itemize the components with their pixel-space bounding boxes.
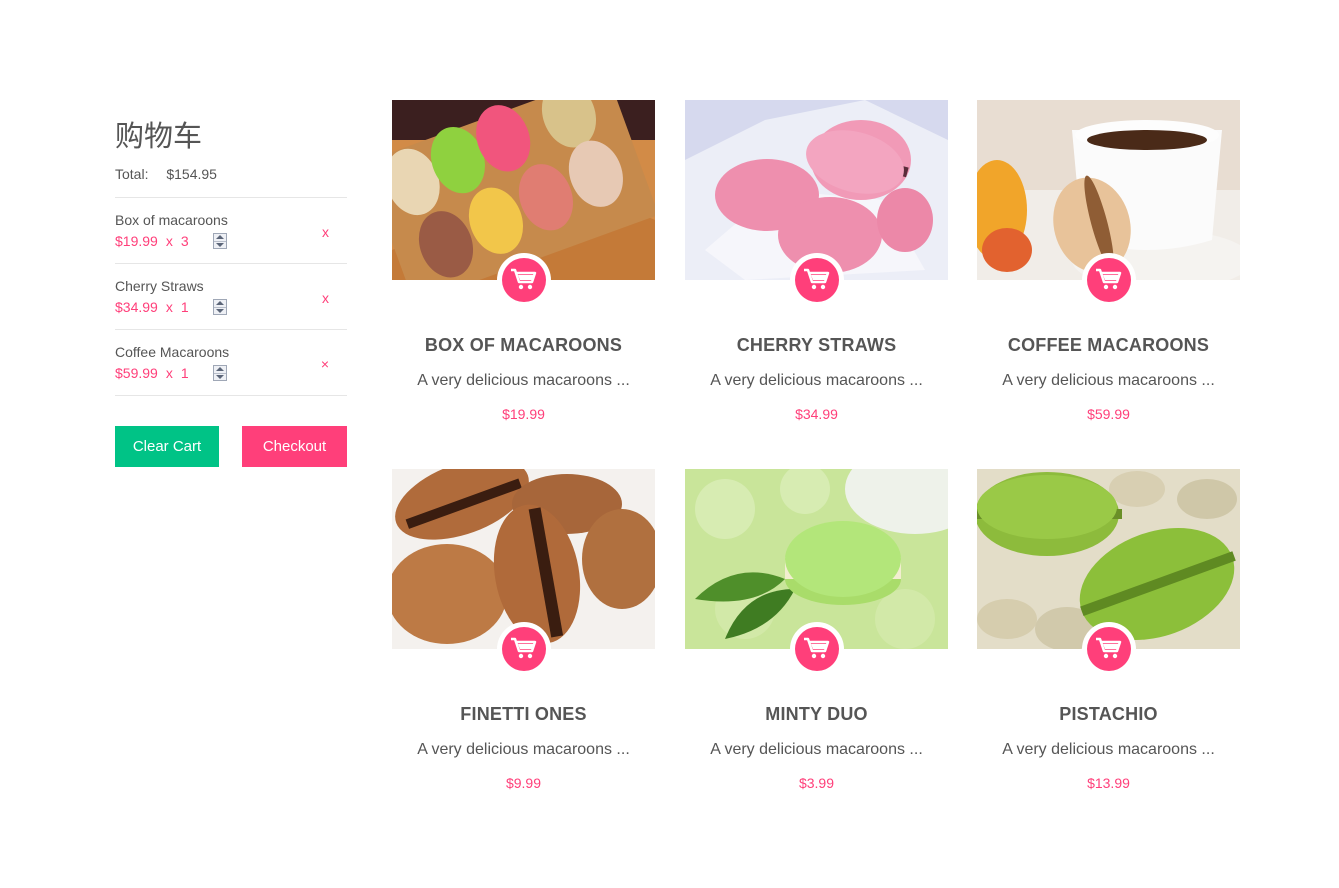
cart-title: 购物车	[115, 119, 203, 153]
remove-item-button[interactable]: ×	[321, 356, 329, 372]
cart-item-price: $34.99	[115, 299, 158, 315]
product-card: PISTACHIO A very delicious macaroons ...…	[977, 469, 1240, 799]
quantity-spinner-icon[interactable]	[212, 365, 227, 381]
clear-cart-button[interactable]: Clear Cart	[115, 426, 219, 467]
shopping-cart-icon	[1087, 258, 1131, 302]
cart-item-list: Box of macaroons $19.99 x 3 x Cherry Str…	[115, 197, 347, 396]
cart-total-value: $154.95	[166, 166, 217, 182]
spinner-down-icon[interactable]	[213, 306, 226, 315]
product-description: A very delicious macaroons ...	[417, 741, 630, 758]
product-name: CHERRY STRAWS	[736, 335, 897, 355]
product-card: FINETTI ONES A very delicious macaroons …	[392, 469, 655, 799]
product-card: COFFEE MACAROONS A very delicious macaro…	[977, 100, 1240, 430]
checkout-button[interactable]: Checkout	[242, 426, 347, 467]
remove-item-button[interactable]: x	[322, 224, 329, 240]
shopping-cart-icon	[795, 258, 839, 302]
shopping-cart-icon	[1087, 627, 1131, 671]
shopping-cart-panel: 购物车 Total: $154.95 Box of macaroons $19.…	[115, 118, 347, 467]
quantity-spinner-icon[interactable]	[212, 299, 227, 315]
product-name: MINTY DUO	[765, 704, 868, 724]
remove-item-button[interactable]: x	[322, 290, 329, 306]
product-description: A very delicious macaroons ...	[1002, 741, 1215, 758]
product-card: BOX OF MACAROONS A very delicious macaro…	[392, 100, 655, 430]
cart-item-times: x	[165, 299, 173, 315]
cart-item: Cherry Straws $34.99 x 1 x	[115, 264, 347, 330]
product-description: A very delicious macaroons ...	[1002, 372, 1215, 389]
add-to-cart-button[interactable]	[790, 253, 844, 307]
add-to-cart-button[interactable]	[790, 622, 844, 676]
product-name: BOX OF MACAROONS	[424, 335, 623, 355]
cart-item-name: Cherry Straws	[115, 278, 204, 294]
shopping-cart-icon	[795, 627, 839, 671]
product-price: $34.99	[795, 406, 838, 422]
add-to-cart-button[interactable]	[497, 622, 551, 676]
cart-item-quantity-input[interactable]: 1	[181, 365, 213, 381]
cart-item-price: $59.99	[115, 365, 158, 381]
shopping-cart-icon	[502, 258, 546, 302]
product-description: A very delicious macaroons ...	[710, 741, 923, 758]
add-to-cart-button[interactable]	[497, 253, 551, 307]
product-price: $3.99	[798, 775, 835, 791]
product-price: $9.99	[505, 775, 542, 791]
product-description: A very delicious macaroons ...	[417, 372, 630, 389]
product-name: PISTACHIO	[1059, 704, 1158, 724]
product-card: CHERRY STRAWS A very delicious macaroons…	[685, 100, 948, 430]
spinner-down-icon[interactable]	[213, 372, 226, 381]
product-price: $13.99	[1087, 775, 1130, 791]
shopping-cart-icon	[502, 627, 546, 671]
product-card: MINTY DUO A very delicious macaroons ...…	[685, 469, 948, 799]
cart-item-quantity-input[interactable]: 3	[181, 233, 213, 249]
product-price: $59.99	[1087, 406, 1130, 422]
cart-item-name: Box of macaroons	[115, 212, 228, 228]
add-to-cart-button[interactable]	[1082, 622, 1136, 676]
product-price: $19.99	[502, 406, 545, 422]
cart-item-name: Coffee Macaroons	[115, 344, 230, 360]
product-name: COFFEE MACAROONS	[1007, 335, 1210, 355]
cart-item-times: x	[165, 365, 173, 381]
cart-item-quantity-input[interactable]: 1	[181, 299, 213, 315]
add-to-cart-button[interactable]	[1082, 253, 1136, 307]
product-description: A very delicious macaroons ...	[710, 372, 923, 389]
cart-item: Box of macaroons $19.99 x 3 x	[115, 198, 347, 264]
cart-item-price: $19.99	[115, 233, 158, 249]
cart-item: Coffee Macaroons $59.99 x 1 ×	[115, 330, 347, 396]
cart-total: Total: $154.95	[115, 166, 347, 186]
quantity-spinner-icon[interactable]	[212, 233, 227, 249]
cart-item-times: x	[165, 233, 173, 249]
cart-total-label: Total:	[115, 166, 149, 182]
product-name: FINETTI ONES	[460, 704, 587, 724]
spinner-down-icon[interactable]	[213, 240, 226, 249]
